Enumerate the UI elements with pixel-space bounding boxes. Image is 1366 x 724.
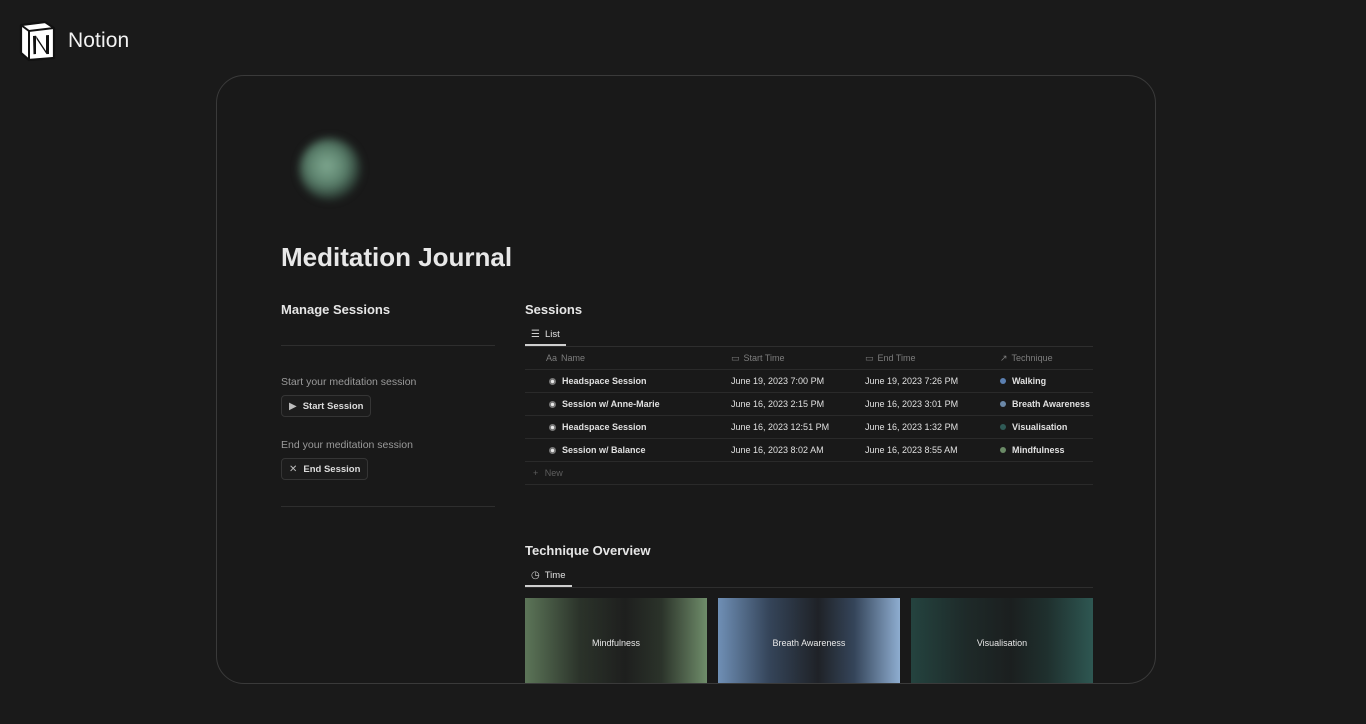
technique-dot-icon (1000, 447, 1006, 453)
sessions-view-tabs: ☰ List (525, 325, 1093, 347)
session-technique[interactable]: Breath Awareness (1012, 399, 1090, 409)
table-row[interactable]: Headspace Session June 19, 2023 7:00 PM … (525, 370, 1093, 393)
column-header-label: Start Time (743, 353, 785, 363)
session-end-time[interactable]: June 16, 2023 8:55 AM (865, 445, 1000, 455)
table-row[interactable]: Headspace Session June 16, 2023 12:51 PM… (525, 416, 1093, 439)
session-technique[interactable]: Visualisation (1012, 422, 1067, 432)
column-header-end-time[interactable]: ▭ End Time (865, 353, 1000, 364)
technique-overview-heading[interactable]: Technique Overview (525, 543, 1093, 558)
session-start-time[interactable]: June 16, 2023 8:02 AM (731, 445, 865, 455)
start-session-caption: Start your meditation session (281, 376, 417, 388)
technique-gallery: Mindfulness Breath Awareness Visualisati… (525, 598, 1093, 683)
start-session-button[interactable]: ▶ Start Session (281, 395, 372, 417)
end-session-caption: End your meditation session (281, 439, 413, 451)
page-dot-icon (549, 377, 556, 385)
session-name[interactable]: Session w/ Balance (562, 445, 646, 455)
tab-time[interactable]: ◷ Time (525, 566, 572, 587)
new-row-label: New (544, 468, 563, 478)
divider (281, 506, 495, 507)
close-icon: ✕ (289, 463, 298, 475)
column-header-name[interactable]: Aa Name (525, 353, 731, 363)
page-icon[interactable] (299, 138, 361, 200)
technique-dot-icon (1000, 401, 1006, 407)
session-technique[interactable]: Mindfulness (1012, 445, 1065, 455)
calendar-icon: ▭ (865, 352, 874, 363)
sessions-table: Aa Name ▭ Start Time ▭ End Time ↗ Techni… (525, 347, 1093, 485)
manage-sessions-heading: Manage Sessions (281, 302, 391, 317)
end-session-button[interactable]: ✕ End Session (281, 458, 369, 480)
play-icon: ▶ (289, 400, 297, 412)
divider (281, 345, 495, 346)
session-end-time[interactable]: June 16, 2023 1:32 PM (865, 422, 1000, 432)
list-icon: ☰ (531, 329, 540, 340)
technique-dot-icon (1000, 424, 1006, 430)
start-session-label: Start Session (302, 400, 364, 412)
column-header-start-time[interactable]: ▭ Start Time (731, 353, 865, 364)
plus-icon: + (533, 468, 539, 478)
clock-icon: ◷ (531, 570, 540, 581)
session-name[interactable]: Session w/ Anne-Marie (562, 399, 660, 409)
session-technique[interactable]: Walking (1012, 376, 1046, 386)
table-row[interactable]: Session w/ Anne-Marie June 16, 2023 2:15… (525, 393, 1093, 416)
session-end-time[interactable]: June 19, 2023 7:26 PM (865, 376, 1000, 386)
column-header-label: End Time (877, 353, 916, 363)
gallery-card-breath-awareness[interactable]: Breath Awareness (718, 598, 900, 683)
table-row[interactable]: Session w/ Balance June 16, 2023 8:02 AM… (525, 439, 1093, 462)
technique-dot-icon (1000, 378, 1006, 384)
calendar-icon: ▭ (731, 352, 740, 363)
gallery-card-label: Mindfulness (591, 638, 641, 648)
column-header-label: Name (561, 353, 586, 363)
table-header: Aa Name ▭ Start Time ▭ End Time ↗ Techni… (525, 347, 1093, 370)
page-dot-icon (549, 446, 556, 454)
manage-sessions-column: Manage Sessions Start your meditation se… (281, 302, 495, 507)
gallery-card-mindfulness[interactable]: Mindfulness (525, 598, 707, 683)
gallery-card-label: Visualisation (976, 638, 1028, 648)
gallery-card-label: Breath Awareness (772, 638, 846, 648)
session-start-time[interactable]: June 19, 2023 7:00 PM (731, 376, 865, 386)
sessions-column: Sessions ☰ List Aa Name ▭ Start Time ▭ E… (525, 302, 1093, 683)
overview-view-tabs: ◷ Time (525, 566, 1093, 588)
session-name[interactable]: Headspace Session (562, 376, 647, 386)
session-end-time[interactable]: June 16, 2023 3:01 PM (865, 399, 1000, 409)
session-start-time[interactable]: June 16, 2023 12:51 PM (731, 422, 865, 432)
end-session-label: End Session (303, 463, 361, 475)
tab-list[interactable]: ☰ List (525, 325, 566, 346)
page-dot-icon (549, 400, 556, 408)
relation-arrow-icon: ↗ (1000, 352, 1008, 363)
new-row-button[interactable]: + New (525, 462, 1093, 485)
text-property-icon: Aa (546, 353, 558, 363)
session-name[interactable]: Headspace Session (562, 422, 647, 432)
sessions-heading[interactable]: Sessions (525, 302, 1093, 317)
page-title[interactable]: Meditation Journal (281, 242, 512, 273)
session-start-time[interactable]: June 16, 2023 2:15 PM (731, 399, 865, 409)
column-header-technique[interactable]: ↗ Technique (1000, 353, 1093, 364)
column-header-label: Technique (1011, 353, 1053, 363)
notion-logo: Notion (15, 19, 129, 63)
page-preview-frame: Meditation Journal Manage Sessions Start… (216, 75, 1156, 684)
page-dot-icon (549, 423, 556, 431)
gallery-card-visualisation[interactable]: Visualisation (911, 598, 1093, 683)
tab-time-label: Time (544, 570, 566, 581)
notion-logo-icon (19, 20, 56, 62)
tab-list-label: List (544, 329, 560, 340)
brand-name: Notion (68, 29, 130, 52)
